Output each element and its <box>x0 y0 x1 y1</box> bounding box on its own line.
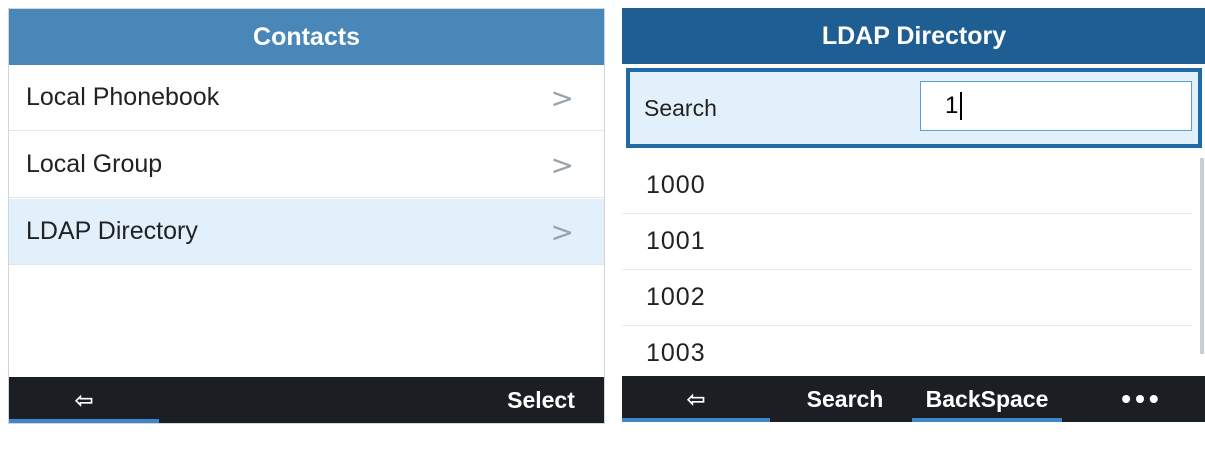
contacts-screen: Contacts Local Phonebook > Local Group >… <box>8 8 605 424</box>
exit-icon: ⇦ <box>74 386 94 413</box>
list-item[interactable]: 1002 <box>622 270 1192 326</box>
list-item[interactable]: 1003 <box>622 326 1192 382</box>
page-title: LDAP Directory <box>622 8 1205 64</box>
back-softkey[interactable]: ⇦ <box>622 376 770 422</box>
ldap-directory-screen: LDAP Directory Search 1 1000 1001 1002 1… <box>622 8 1205 422</box>
search-row[interactable]: Search 1 <box>626 68 1202 148</box>
menu-item-label: Local Group <box>26 150 163 178</box>
scrollbar[interactable] <box>1200 158 1204 354</box>
menu-item-local-group[interactable]: Local Group > <box>9 132 604 198</box>
list-item[interactable]: 1000 <box>622 158 1192 214</box>
menu-item-ldap-directory[interactable]: LDAP Directory > <box>9 199 604 265</box>
list-item[interactable]: 1001 <box>622 214 1192 270</box>
search-softkey[interactable]: Search <box>790 376 900 422</box>
page-title: Contacts <box>9 9 604 65</box>
softkey-bar: ⇦ Select <box>9 377 604 423</box>
back-softkey[interactable]: ⇦ <box>9 377 159 423</box>
search-label: Search <box>644 94 717 121</box>
menu-item-label: Local Phonebook <box>26 83 220 111</box>
menu-item-local-phonebook[interactable]: Local Phonebook > <box>9 65 604 131</box>
backspace-softkey[interactable]: BackSpace <box>912 376 1062 422</box>
more-softkey[interactable]: ••• <box>1092 376 1192 422</box>
chevron-right-icon: > <box>550 215 574 248</box>
text-caret <box>960 92 963 120</box>
exit-icon: ⇦ <box>686 385 706 412</box>
menu-item-label: LDAP Directory <box>26 217 198 245</box>
search-input[interactable]: 1 <box>920 81 1192 131</box>
chevron-right-icon: > <box>550 148 574 181</box>
search-input-value: 1 <box>945 92 959 119</box>
select-softkey[interactable]: Select <box>486 377 596 423</box>
chevron-right-icon: > <box>550 81 574 114</box>
softkey-bar: ⇦ Search BackSpace ••• <box>622 376 1205 422</box>
